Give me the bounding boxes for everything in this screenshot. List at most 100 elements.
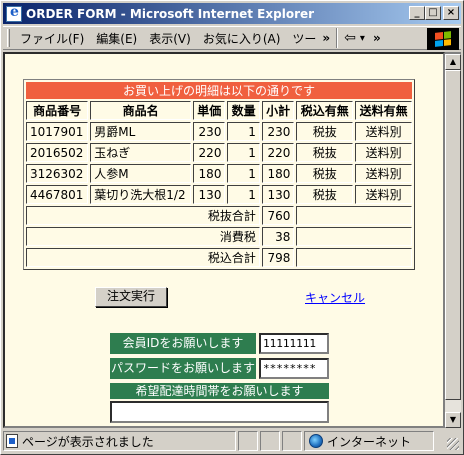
scroll-thumb[interactable] (445, 70, 461, 400)
menu-file[interactable]: ファイル(F) (14, 30, 90, 47)
menu-grip[interactable] (7, 29, 10, 47)
cell-unit-price: 220 (193, 143, 226, 162)
consumption-tax-label: 消費税 (26, 227, 260, 246)
security-zone-label: インターネット (327, 434, 412, 449)
cell-item-code: 1017901 (26, 122, 89, 141)
windows-logo-icon (427, 28, 459, 50)
cell-quantity: 1 (227, 122, 260, 141)
cell-quantity: 1 (227, 185, 260, 204)
cell-tax: 税抜 (296, 185, 354, 204)
consumption-tax-value: 38 (261, 227, 295, 246)
table-row: 1017901 男爵ML 230 1 230 税抜 送料別 (26, 122, 412, 141)
cell-shipping: 送料別 (355, 122, 412, 141)
maximize-button[interactable]: □ (425, 6, 441, 20)
cell-subtotal: 220 (261, 143, 295, 162)
cell-item-code: 4467801 (26, 185, 89, 204)
cell-item-name: 葉切り洗大根1/2 (90, 185, 191, 204)
cell-tax: 税抜 (296, 143, 354, 162)
pretax-total-value: 760 (261, 206, 295, 225)
cell-shipping: 送料別 (355, 164, 412, 183)
summary-row-tax: 消費税 38 (26, 227, 412, 246)
summary-row-pretax: 税抜合計 760 (26, 206, 412, 225)
pretax-total-label: 税抜合計 (26, 206, 260, 225)
status-message: ページが表示されました (22, 434, 154, 449)
member-id-input[interactable]: 11111111 (259, 333, 329, 354)
delivery-time-label: 希望配達時間帯をお願いします (110, 383, 329, 399)
toolbar-overflow-chevron-icon[interactable]: » (373, 31, 381, 45)
security-zone-cell[interactable]: インターネット (304, 431, 434, 451)
menu-tools[interactable]: ツー (286, 30, 322, 47)
header-item-code: 商品番号 (26, 101, 89, 120)
status-blank-cell (282, 431, 302, 451)
order-table: お買い上げの明細は以下の通りです 商品番号 商品名 単価 数量 小計 税込有無 … (23, 79, 415, 270)
cell-item-name: 玉ねぎ (90, 143, 191, 162)
member-id-label: 会員IDをお願いします (110, 333, 256, 354)
back-dropdown-icon[interactable]: ▾ (360, 33, 365, 44)
window-title: ORDER FORM - Microsoft Internet Explorer (26, 6, 315, 21)
submit-order-button[interactable]: 注文実行 (95, 287, 167, 307)
summary-blank (296, 206, 412, 225)
cell-quantity: 1 (227, 164, 260, 183)
status-bar: ページが表示されました インターネット (3, 430, 461, 452)
cell-unit-price: 180 (193, 164, 226, 183)
cell-item-code: 2016502 (26, 143, 89, 162)
toolbar-separator (336, 28, 339, 48)
minimize-button[interactable]: _ (409, 6, 425, 20)
status-blank-cell (238, 431, 258, 451)
window-controls: _ □ × (409, 6, 459, 20)
table-row: 2016502 玉ねぎ 220 1 220 税抜 送料別 (26, 143, 412, 162)
cell-tax: 税抜 (296, 122, 354, 141)
cell-unit-price: 130 (193, 185, 226, 204)
cell-subtotal: 230 (261, 122, 295, 141)
summary-row-total: 税込合計 798 (26, 248, 412, 267)
menu-overflow-chevron-icon[interactable]: » (322, 31, 330, 45)
cell-item-name: 男爵ML (90, 122, 191, 141)
cell-shipping: 送料別 (355, 143, 412, 162)
header-tax: 税込有無 (296, 101, 354, 120)
menu-edit[interactable]: 編集(E) (90, 30, 143, 47)
header-shipping: 送料有無 (355, 101, 412, 120)
total-with-tax-value: 798 (261, 248, 295, 267)
scroll-up-icon[interactable]: ▲ (445, 54, 461, 70)
header-item-name: 商品名 (90, 101, 191, 120)
table-row: 4467801 葉切り洗大根1/2 130 1 130 税抜 送料別 (26, 185, 412, 204)
cell-quantity: 1 (227, 143, 260, 162)
summary-blank (296, 227, 412, 246)
password-label: パスワードをお願いします (110, 358, 256, 379)
header-quantity: 数量 (227, 101, 260, 120)
header-unit-price: 単価 (193, 101, 226, 120)
menu-bar: ファイル(F) 編集(E) 表示(V) お気に入り(A) ツー » ⇦ ▾ » (3, 26, 461, 50)
cancel-link[interactable]: キャンセル (305, 289, 365, 306)
browser-window: ORDER FORM - Microsoft Internet Explorer… (0, 0, 464, 455)
table-row: 3126302 人参M 180 1 180 税抜 送料別 (26, 164, 412, 183)
internet-zone-globe-icon (309, 434, 323, 448)
summary-blank (296, 248, 412, 267)
password-input[interactable]: ******** (259, 358, 329, 379)
delivery-time-input[interactable] (110, 401, 329, 423)
cell-item-code: 3126302 (26, 164, 89, 183)
cell-tax: 税抜 (296, 164, 354, 183)
resize-grip-icon[interactable] (447, 438, 459, 450)
status-message-cell: ページが表示されました (3, 431, 236, 451)
ie-app-icon[interactable] (6, 4, 22, 22)
close-button[interactable]: × (443, 6, 459, 20)
menu-view[interactable]: 表示(V) (143, 30, 197, 47)
status-blank-cell (260, 431, 280, 451)
total-with-tax-label: 税込合計 (26, 248, 260, 267)
cell-shipping: 送料別 (355, 185, 412, 204)
member-form: 会員IDをお願いします 11111111 パスワードをお願いします ******… (110, 331, 332, 423)
order-caption: お買い上げの明細は以下の通りです (26, 82, 412, 99)
back-button[interactable]: ⇦ ▾ (344, 30, 365, 46)
title-bar[interactable]: ORDER FORM - Microsoft Internet Explorer… (3, 3, 461, 24)
cell-item-name: 人参M (90, 164, 191, 183)
menu-favorites[interactable]: お気に入り(A) (197, 30, 287, 47)
cell-subtotal: 130 (261, 185, 295, 204)
page-content: お買い上げの明細は以下の通りです 商品番号 商品名 単価 数量 小計 税込有無 … (3, 52, 445, 428)
scroll-down-icon[interactable]: ▼ (445, 412, 461, 428)
order-header-row: 商品番号 商品名 単価 数量 小計 税込有無 送料有無 (26, 101, 412, 120)
page-done-icon (6, 434, 18, 448)
cell-unit-price: 230 (193, 122, 226, 141)
header-subtotal: 小計 (261, 101, 295, 120)
cell-subtotal: 180 (261, 164, 295, 183)
vertical-scrollbar[interactable]: ▲ ▼ (445, 52, 461, 428)
